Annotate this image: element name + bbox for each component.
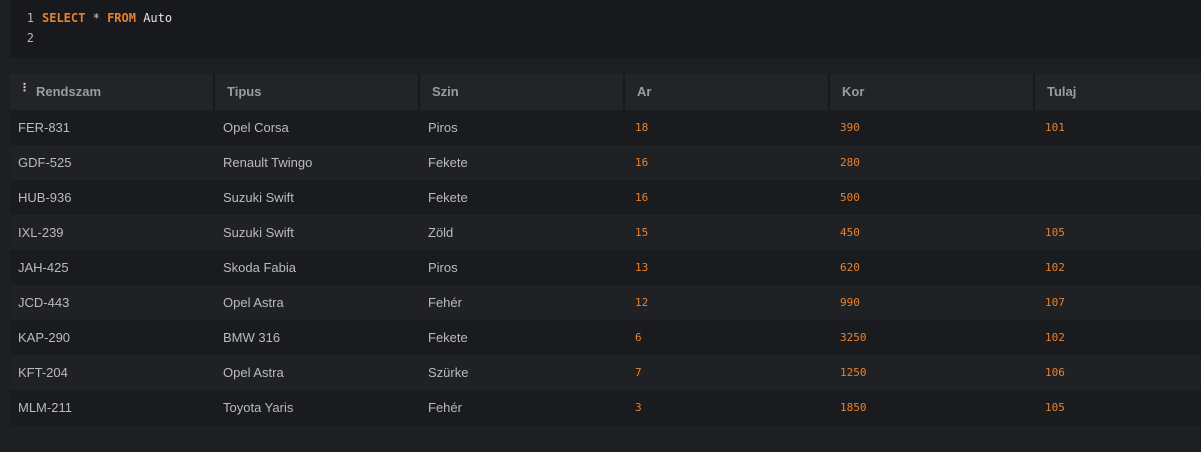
line-number: 2: [26, 31, 34, 45]
code-line-2[interactable]: 2: [10, 28, 42, 48]
cell-tipus[interactable]: Opel Astra: [215, 285, 420, 320]
line-number: 1: [26, 11, 34, 25]
cell-szin[interactable]: Piros: [420, 110, 625, 145]
sql-editor[interactable]: 1 SELECT * FROM Auto 2: [10, 0, 1201, 58]
cell-ar[interactable]: 6: [625, 320, 830, 355]
cell-rendszam[interactable]: JCD-443: [10, 285, 215, 320]
column-header-label: Tulaj: [1047, 84, 1077, 99]
column-header-kor[interactable]: Kor: [830, 74, 1033, 110]
cell-tulaj[interactable]: 107: [1035, 285, 1201, 320]
table-row[interactable]: MLM-211 Toyota Yaris Fehér 3 1850 105: [10, 390, 1201, 425]
code-line-1[interactable]: 1 SELECT * FROM Auto: [10, 8, 172, 28]
cell-kor[interactable]: 620: [830, 250, 1035, 285]
cell-ar[interactable]: 13: [625, 250, 830, 285]
cell-szin[interactable]: Fehér: [420, 390, 625, 425]
sql-keyword-from: FROM: [107, 11, 136, 25]
cell-rendszam[interactable]: MLM-211: [10, 390, 215, 425]
column-header-ar[interactable]: Ar: [625, 74, 828, 110]
cell-ar[interactable]: 3: [625, 390, 830, 425]
cell-tulaj[interactable]: [1035, 145, 1201, 180]
cell-ar[interactable]: 18: [625, 110, 830, 145]
cell-szin[interactable]: Fekete: [420, 145, 625, 180]
column-header-rendszam[interactable]: ⋮ Rendszam: [10, 74, 213, 110]
cell-szin[interactable]: Fekete: [420, 180, 625, 215]
column-header-label: Tipus: [227, 84, 262, 99]
cell-kor[interactable]: 1850: [830, 390, 1035, 425]
cell-tulaj[interactable]: 102: [1035, 250, 1201, 285]
column-header-label: Rendszam: [36, 84, 102, 99]
cell-szin[interactable]: Fekete: [420, 320, 625, 355]
cell-ar[interactable]: 7: [625, 355, 830, 390]
column-header-label: Kor: [842, 84, 865, 99]
cell-tipus[interactable]: Skoda Fabia: [215, 250, 420, 285]
cell-tipus[interactable]: Suzuki Swift: [215, 180, 420, 215]
cell-szin[interactable]: Piros: [420, 250, 625, 285]
cell-rendszam[interactable]: HUB-936: [10, 180, 215, 215]
column-header-label: Ar: [637, 84, 652, 99]
cell-rendszam[interactable]: KAP-290: [10, 320, 215, 355]
cell-tulaj[interactable]: 105: [1035, 390, 1201, 425]
cell-tulaj[interactable]: 101: [1035, 110, 1201, 145]
table-row[interactable]: IXL-239 Suzuki Swift Zöld 15 450 105: [10, 215, 1201, 250]
cell-tulaj[interactable]: 102: [1035, 320, 1201, 355]
table-row[interactable]: GDF-525 Renault Twingo Fekete 16 280: [10, 145, 1201, 180]
cell-kor[interactable]: 280: [830, 145, 1035, 180]
cell-tulaj[interactable]: 105: [1035, 215, 1201, 250]
sql-table-name: Auto: [143, 11, 173, 25]
column-menu-icon[interactable]: ⋮: [19, 83, 30, 95]
cell-ar[interactable]: 12: [625, 285, 830, 320]
cell-kor[interactable]: 990: [830, 285, 1035, 320]
cell-tulaj[interactable]: [1035, 180, 1201, 215]
cell-kor[interactable]: 1250: [830, 355, 1035, 390]
cell-rendszam[interactable]: KFT-204: [10, 355, 215, 390]
cell-rendszam[interactable]: GDF-525: [10, 145, 215, 180]
cell-rendszam[interactable]: IXL-239: [10, 215, 215, 250]
cell-kor[interactable]: 3250: [830, 320, 1035, 355]
table-row[interactable]: FER-831 Opel Corsa Piros 18 390 101: [10, 110, 1201, 145]
cell-ar[interactable]: 16: [625, 180, 830, 215]
cell-tipus[interactable]: Opel Astra: [215, 355, 420, 390]
cell-szin[interactable]: Zöld: [420, 215, 625, 250]
cell-kor[interactable]: 500: [830, 180, 1035, 215]
cell-tulaj[interactable]: 106: [1035, 355, 1201, 390]
cell-ar[interactable]: 15: [625, 215, 830, 250]
sql-keyword-select: SELECT: [42, 11, 86, 25]
cell-szin[interactable]: Szürke: [420, 355, 625, 390]
cell-rendszam[interactable]: JAH-425: [10, 250, 215, 285]
column-header-tipus[interactable]: Tipus: [215, 74, 418, 110]
column-header-szin[interactable]: Szin: [420, 74, 623, 110]
table-row[interactable]: HUB-936 Suzuki Swift Fekete 16 500: [10, 180, 1201, 215]
grid-body: FER-831 Opel Corsa Piros 18 390 101 GDF-525 Ren…: [10, 110, 1201, 425]
table-row[interactable]: JCD-443 Opel Astra Fehér 12 990 107: [10, 285, 1201, 320]
grid-header: ⋮ Rendszam Tipus Szin Ar Kor Tulaj: [10, 74, 1201, 110]
cell-tipus[interactable]: Opel Corsa: [215, 110, 420, 145]
table-row[interactable]: KAP-290 BMW 316 Fekete 6 3250 102: [10, 320, 1201, 355]
cell-tipus[interactable]: Suzuki Swift: [215, 215, 420, 250]
sql-operator-star: *: [92, 11, 100, 25]
cell-tipus[interactable]: BMW 316: [215, 320, 420, 355]
cell-szin[interactable]: Fehér: [420, 285, 625, 320]
column-header-label: Szin: [432, 84, 459, 99]
cell-kor[interactable]: 450: [830, 215, 1035, 250]
cell-rendszam[interactable]: FER-831: [10, 110, 215, 145]
cell-ar[interactable]: 16: [625, 145, 830, 180]
cell-tipus[interactable]: Renault Twingo: [215, 145, 420, 180]
results-grid: ⋮ Rendszam Tipus Szin Ar Kor Tulaj FER-8…: [10, 74, 1201, 426]
table-row[interactable]: JAH-425 Skoda Fabia Piros 13 620 102: [10, 250, 1201, 285]
cell-kor[interactable]: 390: [830, 110, 1035, 145]
table-row[interactable]: KFT-204 Opel Astra Szürke 7 1250 106: [10, 355, 1201, 390]
column-header-tulaj[interactable]: Tulaj: [1035, 74, 1201, 110]
cell-tipus[interactable]: Toyota Yaris: [215, 390, 420, 425]
